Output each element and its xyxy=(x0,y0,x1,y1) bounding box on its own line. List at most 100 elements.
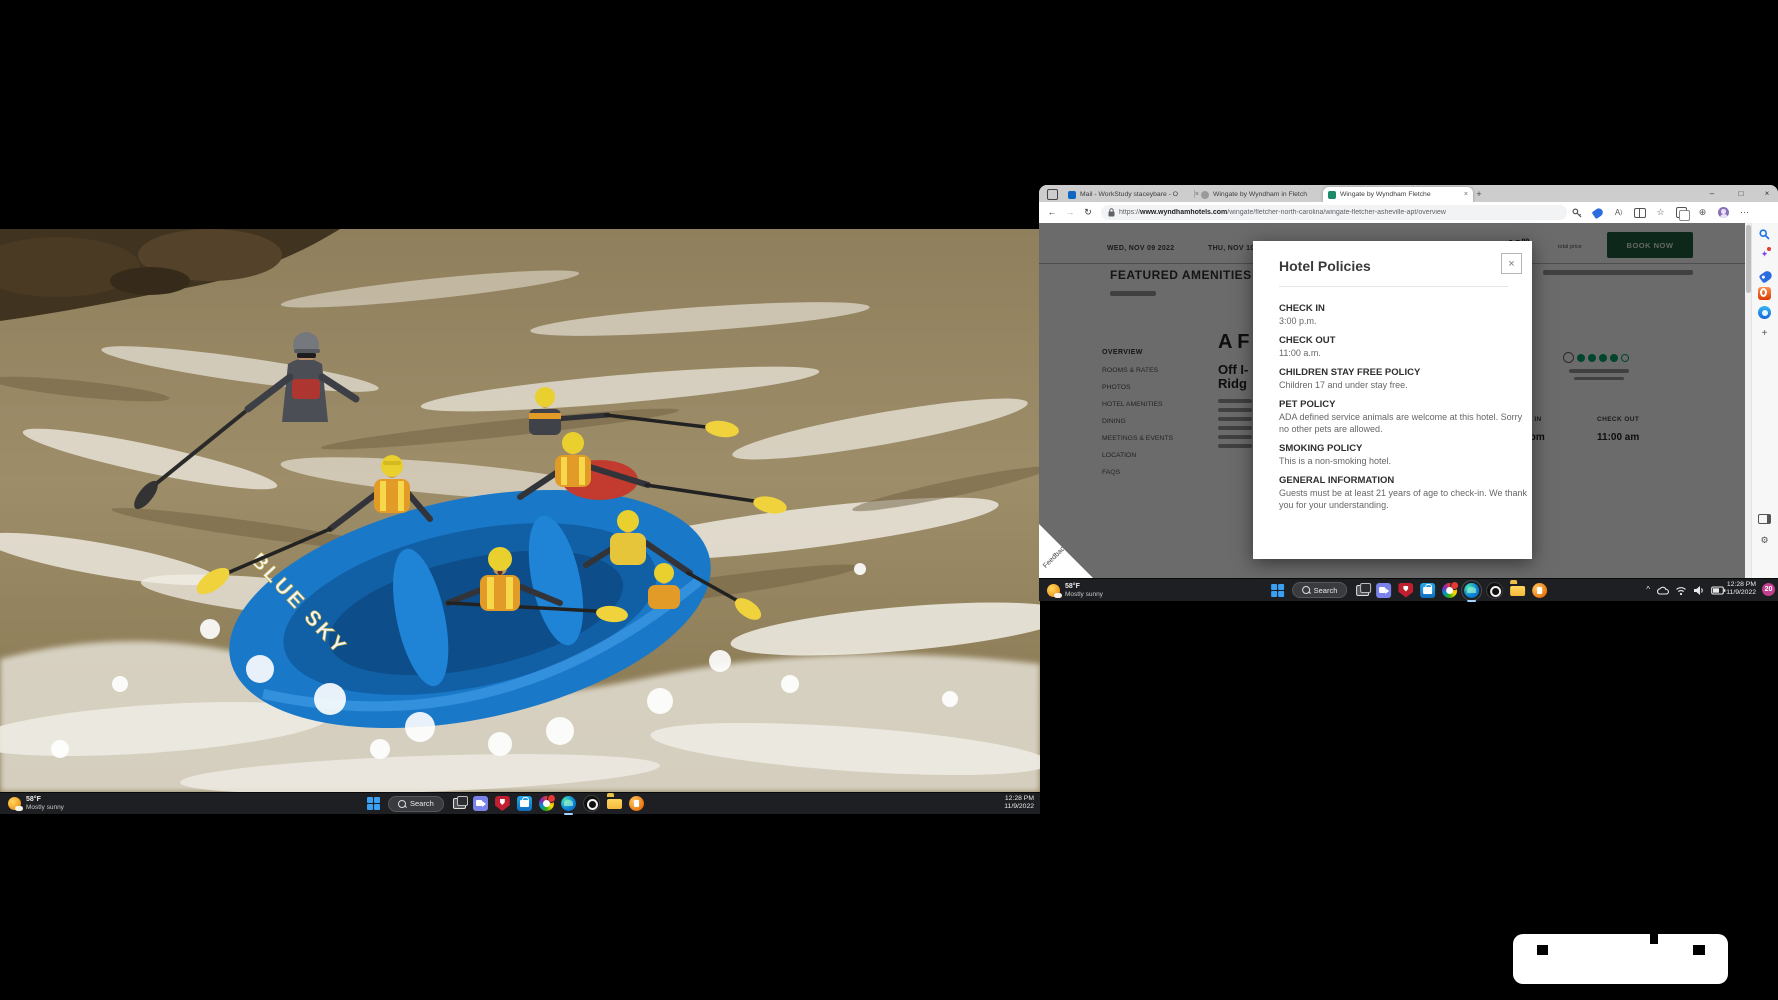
discover-sparkle-icon[interactable]: ✦ xyxy=(1757,247,1772,262)
policy-body: ADA defined service animals are welcome … xyxy=(1279,411,1531,435)
minimize-button[interactable]: – xyxy=(1701,185,1723,201)
edge-sidebar-rail: ✦ + ⚙ xyxy=(1751,223,1778,578)
teams-icon[interactable] xyxy=(473,796,488,811)
taskbar-icon-cluster: Search xyxy=(366,793,644,814)
file-explorer-icon[interactable] xyxy=(1510,583,1525,598)
volume-icon[interactable] xyxy=(1693,585,1705,596)
split-screen-icon[interactable] xyxy=(1632,205,1647,220)
policy-body: Guests must be at least 21 years of age … xyxy=(1279,487,1531,511)
sidebar-search-icon[interactable] xyxy=(1757,227,1772,242)
sidebar-settings-gear-icon[interactable]: ⚙ xyxy=(1757,533,1772,548)
tab-title: Mail - WorkStudy staceybare - O xyxy=(1080,191,1191,198)
forward-button[interactable]: → xyxy=(1063,205,1077,219)
onedrive-cloud-icon[interactable] xyxy=(1656,585,1669,596)
wallpaper-photo: BLUE SKY xyxy=(0,229,1040,792)
search-icon xyxy=(1302,586,1310,594)
teams-icon[interactable] xyxy=(1376,583,1391,598)
policy-body: Children 17 and under stay free. xyxy=(1279,379,1531,391)
search-box[interactable]: Search xyxy=(388,796,444,812)
policy-heading: PET POLICY xyxy=(1279,399,1508,411)
policy-heading: CHECK IN xyxy=(1279,303,1508,315)
antivirus-shield-icon[interactable] xyxy=(1398,583,1413,598)
notification-dot xyxy=(1450,581,1459,590)
office-icon[interactable] xyxy=(1757,286,1772,301)
start-button[interactable] xyxy=(366,796,381,811)
profile-avatar[interactable] xyxy=(1716,205,1731,220)
antivirus-shield-icon[interactable] xyxy=(495,796,510,811)
tab-search[interactable]: Wingate by Wyndham in Fletch × xyxy=(1196,187,1332,202)
policy-section: CHILDREN STAY FREE POLICY Children 17 an… xyxy=(1279,367,1508,391)
color-wheel-app-icon[interactable] xyxy=(539,796,554,811)
policy-section: SMOKING POLICY This is a non-smoking hot… xyxy=(1279,443,1508,467)
password-key-icon[interactable] xyxy=(1569,205,1584,220)
microsoft-store-icon[interactable] xyxy=(1420,583,1435,598)
panel-square xyxy=(1693,945,1705,955)
edge-browser-icon[interactable] xyxy=(561,796,576,811)
blue-app-icon[interactable] xyxy=(1757,305,1772,320)
sidebar-panel-icon[interactable] xyxy=(1757,511,1772,526)
clock-date: 11/9/2022 xyxy=(1726,589,1756,597)
task-view-button[interactable] xyxy=(1354,583,1369,598)
taskbar-left-monitor: 58°F Mostly sunny Search 12:28 PM 11/9/2… xyxy=(0,792,1040,814)
modal-close-button[interactable]: × xyxy=(1501,253,1522,274)
sidebar-add-icon[interactable]: + xyxy=(1757,326,1772,341)
weather-temp: 58°F xyxy=(26,796,64,804)
favorites-star-icon[interactable]: ☆ xyxy=(1653,205,1668,220)
taskbar-right-monitor: 58°F Mostly sunny Search ^ 12:28 PM 11/9… xyxy=(1039,578,1778,601)
tab-groups-icon[interactable]: ⊕ xyxy=(1695,205,1710,220)
sidebar-shopping-icon[interactable] xyxy=(1757,267,1772,282)
policy-section: PET POLICY ADA defined service animals a… xyxy=(1279,399,1508,435)
tab-title: Wingate by Wyndham Fletche xyxy=(1340,191,1460,198)
search-box[interactable]: Search xyxy=(1292,582,1348,598)
lock-icon xyxy=(1108,208,1115,217)
shopping-tag-icon[interactable] xyxy=(1590,205,1605,220)
policy-section: CHECK OUT 11:00 a.m. xyxy=(1279,335,1508,359)
clock[interactable]: 12:28 PM 11/9/2022 xyxy=(1004,795,1034,811)
orange-app-icon[interactable] xyxy=(629,796,644,811)
floating-white-panel xyxy=(1513,934,1728,984)
read-aloud-icon[interactable]: A) xyxy=(1611,205,1626,220)
policy-heading: CHECK OUT xyxy=(1279,335,1508,347)
tab-wyndham-active[interactable]: Wingate by Wyndham Fletche × xyxy=(1323,187,1473,202)
task-view-button[interactable] xyxy=(451,796,466,811)
policy-body: 3:00 p.m. xyxy=(1279,315,1531,327)
start-button[interactable] xyxy=(1270,583,1285,598)
weather-icon xyxy=(1047,584,1060,597)
back-button[interactable]: ← xyxy=(1045,205,1059,219)
file-explorer-icon[interactable] xyxy=(607,796,622,811)
weather-condition: Mostly sunny xyxy=(1065,591,1103,598)
policy-heading: GENERAL INFORMATION xyxy=(1279,475,1508,487)
orange-app-icon[interactable] xyxy=(1532,583,1547,598)
dark-ring-app-icon[interactable] xyxy=(1486,582,1503,599)
tray-chevron-up-icon[interactable]: ^ xyxy=(1646,586,1650,594)
clock-date: 11/9/2022 xyxy=(1004,803,1034,811)
tab-mail[interactable]: Mail - WorkStudy staceybare - O × xyxy=(1063,187,1204,202)
address-bar[interactable]: https://www.wyndhamhotels.com/wingate/fl… xyxy=(1101,205,1567,220)
maximize-button[interactable]: □ xyxy=(1730,185,1752,201)
tab-actions-icon[interactable] xyxy=(1047,189,1058,200)
tab-title: Wingate by Wyndham in Fletch xyxy=(1213,191,1319,198)
collections-icon[interactable] xyxy=(1674,205,1689,220)
microsoft-store-icon[interactable] xyxy=(517,796,532,811)
close-window-button[interactable]: × xyxy=(1756,185,1778,201)
wifi-icon[interactable] xyxy=(1675,585,1687,596)
weather-condition: Mostly sunny xyxy=(26,804,64,811)
refresh-button[interactable]: ↻ xyxy=(1081,205,1095,219)
edge-browser-icon-active[interactable] xyxy=(1464,583,1479,598)
policy-section: GENERAL INFORMATION Guests must be at le… xyxy=(1279,475,1508,511)
policy-body: 11:00 a.m. xyxy=(1279,347,1531,359)
browser-toolbar: ← → ↻ https://www.wyndhamhotels.com/wing… xyxy=(1039,202,1778,224)
color-wheel-app-icon[interactable] xyxy=(1442,583,1457,598)
battery-icon[interactable] xyxy=(1711,585,1726,596)
notification-count-badge[interactable]: 20 xyxy=(1762,583,1775,596)
taskbar-icon-cluster: Search xyxy=(1270,579,1548,601)
dark-ring-app-icon[interactable] xyxy=(583,795,600,812)
edge-browser-window: Mail - WorkStudy staceybare - O × Wingat… xyxy=(1039,185,1778,578)
panel-notch xyxy=(1650,934,1658,944)
settings-more-icon[interactable]: ⋯ xyxy=(1737,205,1752,220)
new-tab-button[interactable]: + xyxy=(1472,187,1486,200)
tab-close-icon[interactable]: × xyxy=(1464,191,1468,198)
tab-separator xyxy=(1194,190,1195,198)
clock[interactable]: 12:28 PM 11/9/2022 xyxy=(1726,581,1756,597)
page-viewport: WED, NOV 09 2022 THU, NOV 10 2022 FEATUR… xyxy=(1039,223,1745,578)
